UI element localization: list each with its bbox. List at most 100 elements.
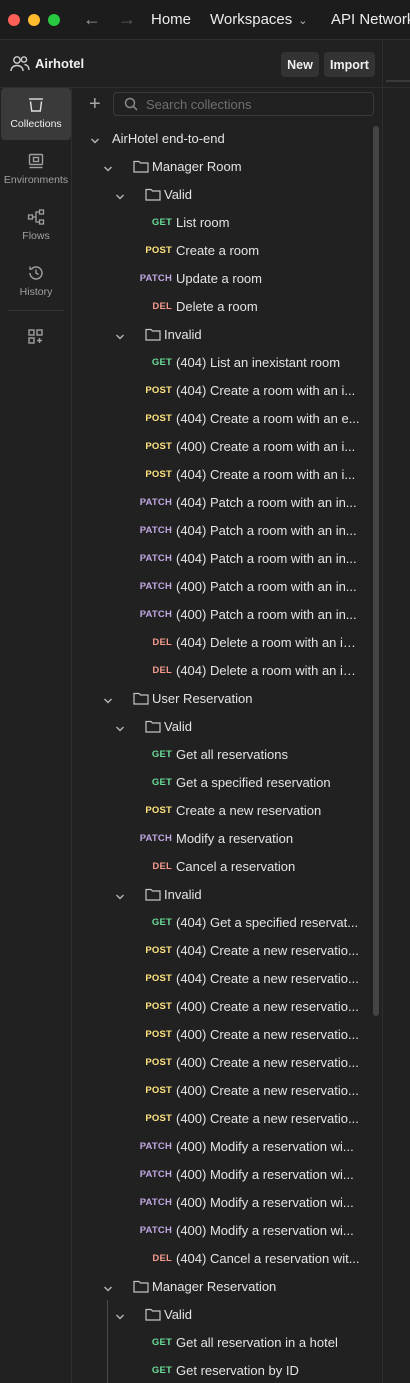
- request-item[interactable]: POST (404) Create a new reservatio...: [76, 936, 372, 964]
- request-item[interactable]: GET (404) Get a specified reservat...: [76, 908, 372, 936]
- sidebar-scrollbar[interactable]: [373, 126, 379, 1016]
- panel-divider[interactable]: [382, 40, 383, 1383]
- request-item[interactable]: DEL Cancel a reservation: [76, 852, 372, 880]
- request-item[interactable]: POST (404) Create a room with an i...: [76, 460, 372, 488]
- request-item[interactable]: GET Get a specified reservation: [76, 768, 372, 796]
- request-item[interactable]: POST (400) Create a new reservatio...: [76, 992, 372, 1020]
- method-badge: PATCH: [139, 609, 172, 620]
- request-item[interactable]: POST Create a room: [76, 236, 372, 264]
- request-item[interactable]: POST (404) Create a new reservatio...: [76, 964, 372, 992]
- method-badge: PATCH: [139, 1225, 172, 1236]
- request-label: (400) Create a room with an i...: [176, 439, 356, 454]
- folder-item[interactable]: User Reservation: [76, 684, 372, 712]
- search-icon: [124, 97, 138, 111]
- chevron-down-icon[interactable]: [115, 889, 125, 900]
- method-badge: POST: [145, 973, 172, 984]
- request-item[interactable]: GET Get all reservation in a hotel: [76, 1328, 372, 1356]
- search-input[interactable]: [146, 95, 366, 113]
- request-item[interactable]: POST (400) Create a new reservatio...: [76, 1020, 372, 1048]
- folder-item[interactable]: Valid: [76, 1300, 372, 1328]
- request-item[interactable]: PATCH (400) Patch a room with an in...: [76, 600, 372, 628]
- chevron-down-icon[interactable]: [103, 1281, 113, 1292]
- request-item[interactable]: PATCH (400) Modify a reservation wi...: [76, 1132, 372, 1160]
- team-icon: [10, 56, 30, 72]
- request-item[interactable]: POST (400) Create a new reservatio...: [76, 1104, 372, 1132]
- chevron-down-icon[interactable]: [115, 1309, 125, 1320]
- request-item[interactable]: DEL Delete a room: [76, 292, 372, 320]
- request-item[interactable]: PATCH (400) Modify a reservation wi...: [76, 1188, 372, 1216]
- method-badge: DEL: [152, 1253, 172, 1264]
- rail-collections[interactable]: Collections: [1, 88, 71, 140]
- request-item[interactable]: GET (404) List an inexistant room: [76, 348, 372, 376]
- chevron-down-icon[interactable]: [103, 693, 113, 704]
- rail-configure[interactable]: [0, 320, 72, 372]
- add-collection-button[interactable]: +: [89, 94, 101, 114]
- request-item[interactable]: PATCH (404) Patch a room with an in...: [76, 516, 372, 544]
- request-item[interactable]: POST (400) Create a room with an i...: [76, 432, 372, 460]
- rail-history[interactable]: History: [0, 256, 72, 308]
- method-badge: GET: [151, 777, 172, 788]
- request-item[interactable]: POST (400) Create a new reservatio...: [76, 1048, 372, 1076]
- minimize-window-button[interactable]: [28, 14, 40, 26]
- method-badge: PATCH: [139, 497, 172, 508]
- rail-flows[interactable]: Flows: [0, 200, 72, 252]
- method-badge: POST: [145, 385, 172, 396]
- chevron-down-icon[interactable]: [115, 189, 125, 200]
- request-item[interactable]: POST (404) Create a room with an e...: [76, 404, 372, 432]
- folder-item[interactable]: Invalid: [76, 880, 372, 908]
- method-badge: POST: [145, 1029, 172, 1040]
- nav-workspaces[interactable]: Workspaces ⌄: [210, 11, 307, 28]
- back-arrow-icon[interactable]: ←: [83, 9, 101, 30]
- collections-tree: AirHotel end-to-end Manager Room Valid GET L…: [76, 124, 372, 1383]
- chevron-down-icon[interactable]: [103, 161, 113, 172]
- request-item[interactable]: DEL (404) Delete a room with an in...: [76, 656, 372, 684]
- request-item[interactable]: GET Get all reservations: [76, 740, 372, 768]
- folder-item[interactable]: Valid: [76, 712, 372, 740]
- request-label: Get reservation by ID: [176, 1363, 299, 1378]
- request-item[interactable]: PATCH Update a room: [76, 264, 372, 292]
- request-item[interactable]: PATCH (400) Patch a room with an in...: [76, 572, 372, 600]
- request-item[interactable]: DEL (404) Cancel a reservation wit...: [76, 1244, 372, 1272]
- forward-arrow-icon[interactable]: →: [118, 9, 136, 30]
- request-item[interactable]: PATCH Modify a reservation: [76, 824, 372, 852]
- rail-collections-label: Collections: [10, 118, 62, 130]
- request-label: (404) Patch a room with an in...: [176, 551, 357, 566]
- request-label: Modify a reservation: [176, 831, 294, 846]
- folder-name: Invalid: [164, 887, 202, 902]
- request-item[interactable]: POST (404) Create a room with an i...: [76, 376, 372, 404]
- import-button[interactable]: Import: [324, 52, 375, 77]
- nav-home[interactable]: Home: [151, 11, 191, 28]
- request-label: Get a specified reservation: [176, 775, 331, 790]
- chevron-down-icon[interactable]: [115, 329, 125, 340]
- method-badge: GET: [151, 1337, 172, 1348]
- request-item[interactable]: PATCH (404) Patch a room with an in...: [76, 488, 372, 516]
- rail-environments[interactable]: Environments: [0, 144, 72, 196]
- workspace-header: Airhotel New Import: [0, 40, 410, 88]
- close-window-button[interactable]: [8, 14, 20, 26]
- request-item[interactable]: PATCH (400) Modify a reservation wi...: [76, 1160, 372, 1188]
- request-item[interactable]: GET List room: [76, 208, 372, 236]
- method-badge: PATCH: [139, 1141, 172, 1152]
- request-item[interactable]: GET Get reservation by ID: [76, 1356, 372, 1383]
- request-item[interactable]: DEL (404) Delete a room with an in...: [76, 628, 372, 656]
- chevron-down-icon[interactable]: [90, 133, 100, 144]
- request-label: (404) Cancel a reservation wit...: [176, 1251, 360, 1266]
- maximize-window-button[interactable]: [48, 14, 60, 26]
- method-badge: POST: [145, 441, 172, 452]
- folder-item[interactable]: Manager Reservation: [76, 1272, 372, 1300]
- request-item[interactable]: PATCH (404) Patch a room with an in...: [76, 544, 372, 572]
- collection-item[interactable]: AirHotel end-to-end: [76, 124, 372, 152]
- request-item[interactable]: POST Create a new reservation: [76, 796, 372, 824]
- request-item[interactable]: POST (400) Create a new reservatio...: [76, 1076, 372, 1104]
- chevron-down-icon[interactable]: [115, 721, 125, 732]
- folder-item[interactable]: Valid: [76, 180, 372, 208]
- nav-api-network[interactable]: API Network: [331, 11, 410, 28]
- request-label: Update a room: [176, 271, 262, 286]
- workspace-name[interactable]: Airhotel: [35, 56, 84, 71]
- request-item[interactable]: PATCH (400) Modify a reservation wi...: [76, 1216, 372, 1244]
- new-button[interactable]: New: [281, 52, 319, 77]
- method-badge: PATCH: [139, 273, 172, 284]
- folder-item[interactable]: Invalid: [76, 320, 372, 348]
- folder-item[interactable]: Manager Room: [76, 152, 372, 180]
- request-label: (404) Delete a room with an in...: [176, 663, 360, 678]
